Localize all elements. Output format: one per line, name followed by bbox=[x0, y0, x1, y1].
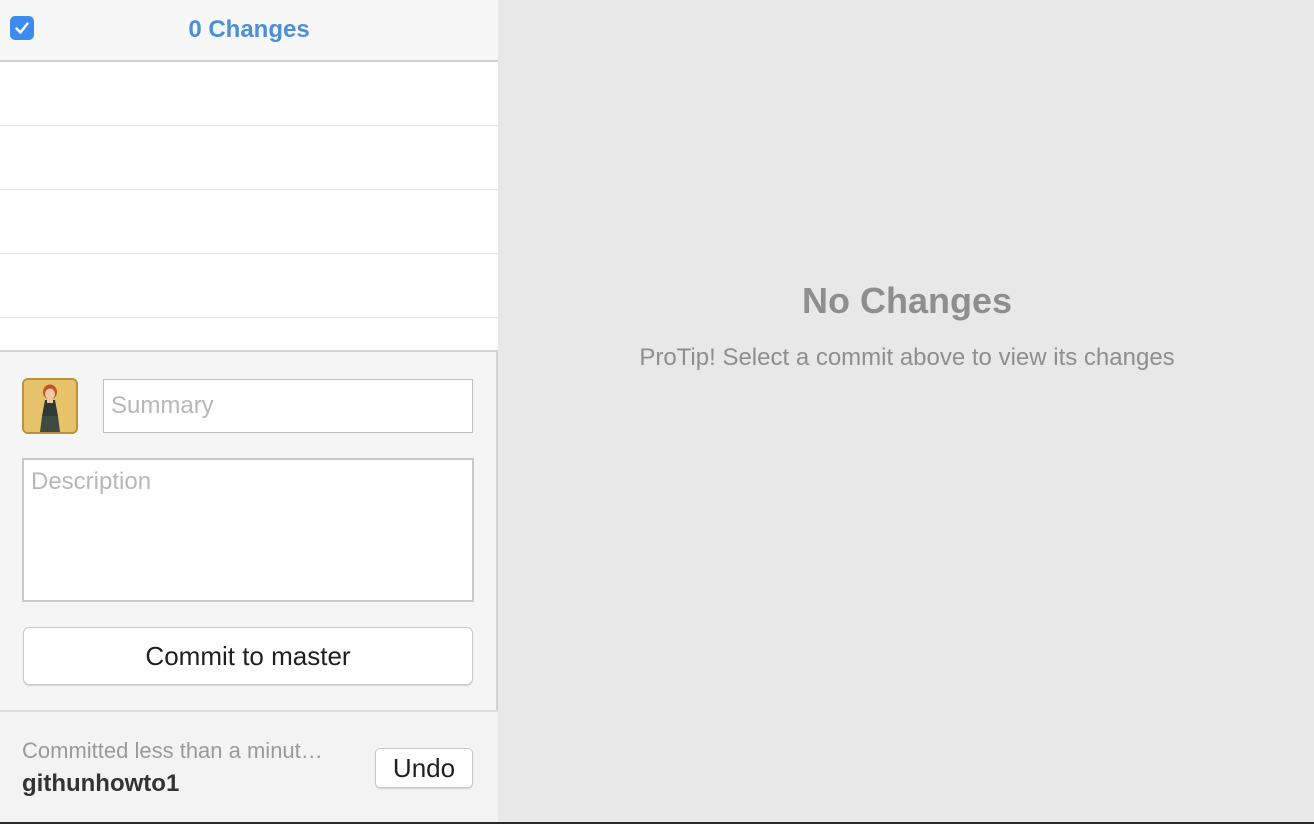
user-avatar-icon bbox=[24, 380, 76, 432]
summary-input[interactable] bbox=[103, 379, 473, 433]
empty-state-title: No Changes bbox=[801, 280, 1013, 321]
commit-button[interactable]: Commit to master bbox=[23, 627, 473, 685]
changes-sidebar: 0 Changes Commit to master Committed les… bbox=[0, 0, 498, 822]
last-commit-time: Committed less than a minut… bbox=[22, 738, 323, 763]
changes-count-title: 0 Changes bbox=[188, 16, 310, 43]
list-item[interactable] bbox=[0, 318, 498, 350]
list-item[interactable] bbox=[0, 62, 498, 126]
undo-button[interactable]: Undo bbox=[375, 748, 473, 788]
empty-state: No Changes ProTip! Select a commit above… bbox=[500, 280, 1314, 372]
list-item[interactable] bbox=[0, 190, 498, 254]
list-item[interactable] bbox=[0, 254, 498, 318]
last-commit-panel: Committed less than a minut… githunhowto… bbox=[0, 710, 498, 822]
changes-header: 0 Changes bbox=[0, 0, 498, 62]
description-input[interactable] bbox=[22, 458, 474, 602]
avatar bbox=[22, 378, 78, 434]
last-commit-summary: githunhowto1 bbox=[22, 770, 180, 797]
list-item[interactable] bbox=[0, 126, 498, 190]
changed-files-list[interactable] bbox=[0, 62, 498, 352]
empty-state-tip: ProTip! Select a commit above to view it… bbox=[639, 344, 1175, 371]
